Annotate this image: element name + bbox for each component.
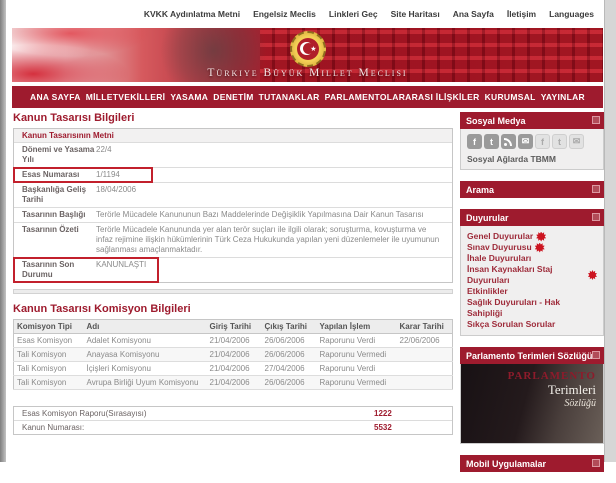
collapse-icon[interactable] [592,351,600,359]
table-row-esas-numarasi: Esas Numarası 1/1194 [14,168,452,183]
sidebar-section-sosyal-medya: Sosyal Medya f t ✉ f t ✉ Sosyal Ağlarda … [460,112,604,170]
table-row: Tali Komisyon Anayasa Komisyonu 21/04/20… [14,348,453,362]
link-ana-sayfa[interactable]: Ana Sayfa [453,9,494,19]
nav-kurumsal[interactable]: KURUMSAL [485,92,536,102]
collapse-icon[interactable] [592,213,600,221]
sidebar-section-mobil: Mobil Uygulamalar [460,455,604,472]
table-row: Dönemi ve Yasama Yılı 22/4 [14,143,452,168]
table-row: Tasarının Özeti Terörle Mücadele Kanunun… [14,223,452,258]
kanun-numarasi-link[interactable]: 5532 [374,423,444,432]
table-row: Esas Komisyon Adalet Komisyonu 21/04/200… [14,334,453,348]
sozluk-cover-image[interactable]: PARLAMENTO Terimleri Sözlüğü [460,364,604,444]
table-header-row: Komisyon Tipi Adı Giriş Tarihi Çıkış Tar… [14,320,453,334]
nav-denetim[interactable]: DENETİM [213,92,253,102]
sidebar: Sosyal Medya f t ✉ f t ✉ Sosyal Ağlarda … [460,112,604,483]
sozluk-header[interactable]: Parlamento Terimleri Sözlüğü [460,347,604,364]
page-right-border [604,0,616,462]
nav-tutanaklar[interactable]: TUTANAKLAR [259,92,320,102]
twitter-icon[interactable]: t [484,134,499,149]
nav-yasama[interactable]: YASAMA [170,92,208,102]
sira-sayisi-link[interactable]: 1222 [374,409,444,418]
facebook-icon[interactable]: f [467,134,482,149]
email-icon-alt[interactable]: ✉ [569,134,584,149]
sidebar-section-arama: Arama [460,181,604,198]
table-row: Tasarının Başlığı Terörle Mücadele Kanun… [14,208,452,223]
table-row: Esas Komisyon Raporu(Sırasayısı) 1222 [14,407,452,421]
bill-text-link[interactable]: Kanun Tasarısının Metni [14,131,114,140]
sidebar-section-sozluk: Parlamento Terimleri Sözlüğü PARLAMENTO … [460,347,604,444]
page-left-border [0,0,6,462]
link-engelsiz-meclis[interactable]: Engelsiz Meclis [253,9,316,19]
link-languages[interactable]: Languages [549,9,594,19]
table-row: Başkanlığa Geliş Tarihi 18/04/2006 [14,183,452,208]
table-row: Tali Komisyon Avrupa Birliği Uyum Komisy… [14,376,453,390]
collapse-icon[interactable] [592,459,600,467]
bill-info-table: Kanun Tasarısının Metni Dönemi ve Yasama… [13,128,453,283]
link-etkinlikler[interactable]: Etkinlikler [467,286,597,297]
utility-bar: KVKK Aydınlatma Metni Engelsiz Meclis Li… [6,0,604,27]
table-row: Kanun Numarası: 5532 [14,421,452,434]
duyurular-header[interactable]: Duyurular [460,209,604,226]
twitter-icon-alt[interactable]: t [552,134,567,149]
sosyal-medya-caption: Sosyal Ağlarda TBMM [467,154,597,164]
table-row: Kanun Tasarısının Metni [14,129,452,143]
link-sinav-duyurusu[interactable]: Sınav Duyurusu [467,242,597,253]
tbmm-emblem-icon: ★ [290,31,326,67]
collapse-icon[interactable] [592,185,600,193]
link-site-haritasi[interactable]: Site Haritası [391,9,440,19]
commission-section-title: Kanun Tasarısı Komisyon Bilgileri [13,303,453,315]
table-row: Tali Komisyon İçişleri Komisyonu 21/04/2… [14,362,453,376]
new-badge-icon [535,243,545,253]
sidebar-section-duyurular: Duyurular Genel Duyurular Sınav Duyurusu… [460,209,604,336]
link-iletisim[interactable]: İletişim [507,9,536,19]
link-linkleri-gec[interactable]: Linkleri Geç [329,9,378,19]
commission-table: Komisyon Tipi Adı Giriş Tarihi Çıkış Tar… [13,319,453,390]
table-footer-strip [13,289,453,294]
link-genel-duyurular[interactable]: Genel Duyurular [467,231,597,242]
page-title: Kanun Tasarısı Bilgileri [13,112,453,124]
tbmm-header-banner: ★ Türkiye Büyük Millet Meclisi [12,28,603,82]
link-kvkk[interactable]: KVKK Aydınlatma Metni [144,9,240,19]
link-staj-duyurulari[interactable]: İnsan Kaynakları Staj Duyuruları [467,264,597,286]
email-icon[interactable]: ✉ [518,134,533,149]
link-saglik-duyurulari[interactable]: Sağlık Duyuruları - Hak Sahipliği [467,297,597,319]
main-nav: ANA SAYFA MİLLETVEKİLLERİ YASAMA DENETİM… [12,86,603,108]
collapse-icon[interactable] [592,116,600,124]
table-row-son-durumu: Tasarının Son Durumu KANUNLAŞTI [14,258,452,282]
report-number-table: Esas Komisyon Raporu(Sırasayısı) 1222 Ka… [13,406,453,435]
nav-ana-sayfa[interactable]: ANA SAYFA [30,92,81,102]
star-icon: ★ [310,46,316,53]
nav-yayinlar[interactable]: YAYINLAR [541,92,585,102]
facebook-icon-alt[interactable]: f [535,134,550,149]
link-sss[interactable]: Sıkça Sorulan Sorular [467,319,597,330]
banner-title: Türkiye Büyük Millet Meclisi [12,67,603,79]
main-content: Kanun Tasarısı Bilgileri Kanun Tasarısın… [13,112,453,435]
new-badge-icon [536,232,546,242]
new-badge-icon [588,270,597,280]
nav-parlamentolararasi[interactable]: PARLAMENTOLARARASI İLİŞKİLER [325,92,480,102]
rss-icon[interactable] [501,134,516,149]
nav-milletvekilleri[interactable]: MİLLETVEKİLLERİ [86,92,166,102]
mobil-header[interactable]: Mobil Uygulamalar [460,455,604,472]
link-ihale-duyurulari[interactable]: İhale Duyuruları [467,253,597,264]
arama-header[interactable]: Arama [460,181,604,198]
sosyal-medya-header[interactable]: Sosyal Medya [460,112,604,129]
